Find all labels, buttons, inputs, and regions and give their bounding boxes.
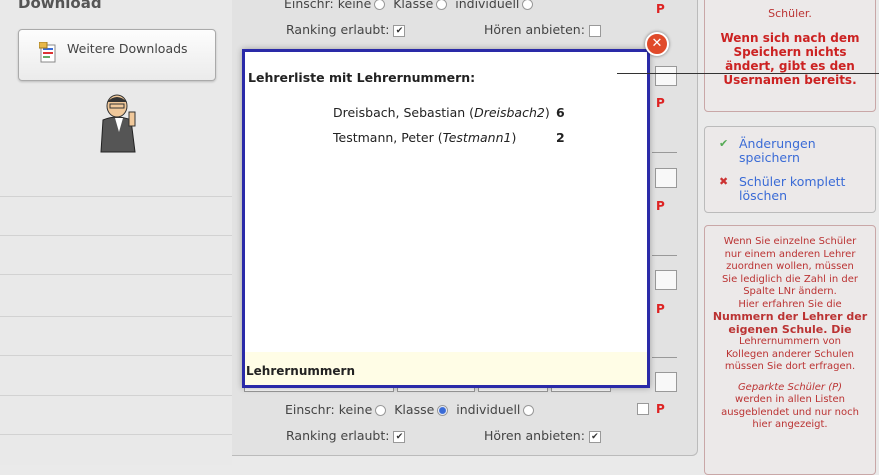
close-icon: ✕ [651,36,663,51]
teacher-entry: Dreisbach, Sebastian (Dreisbach2) [333,105,550,120]
park-mark: P [656,302,665,316]
input-field[interactable] [655,372,677,392]
modal-title: Lehrerliste mit Lehrernummern: [248,70,476,85]
park-mark: P [656,2,665,16]
more-downloads-button[interactable]: Weitere Downloads [18,29,216,81]
divider [0,355,232,356]
radio-keine[interactable] [374,0,386,10]
radio-individuell[interactable] [523,405,535,416]
divider [0,196,232,197]
warning-text: Wenn sich nach dem Speichern nichts ände… [720,30,860,87]
more-downloads-label: Weitere Downloads [67,41,188,56]
warning-box: Schüler. Wenn sich nach dem Speichern ni… [704,0,876,112]
teacher-list-modal: Lehrerliste mit Lehrernummern: Dreisbach… [242,49,650,388]
divider [652,357,677,358]
ranking-checkbox[interactable]: ✔ [393,430,406,443]
pointer-line [617,73,879,74]
hearing-row-top: Hören anbieten: [484,22,601,37]
check-icon: ✔ [719,137,729,150]
teacher-mascot-icon [100,94,136,153]
park-mark: P [656,96,665,110]
teacher-number: 6 [556,105,565,120]
input-field[interactable] [655,168,677,188]
park-mark: P [656,199,665,213]
delete-icon: ✖ [719,175,729,188]
restriction-row-top: Einschr: keine Klasse individuell [284,0,534,11]
divider [0,274,232,275]
modal-footer-label: Lehrernummern [246,364,355,378]
divider [652,255,677,256]
save-changes-button[interactable]: ✔ Änderungen speichern [719,137,875,165]
restriction-row-bottom: Einschr: keine Klasse individuell [285,402,535,417]
divider [0,434,232,435]
ranking-row-top: Ranking erlaubt: ✔ [286,22,406,37]
divider [0,235,232,236]
download-icon [39,42,56,63]
divider [652,152,677,153]
teacher-entry: Testmann, Peter (Testmann1) [333,130,517,145]
park-mark: P [656,402,665,416]
divider [0,316,232,317]
close-modal-button[interactable]: ✕ [645,32,669,56]
sidebar-title: Download [18,0,102,12]
hearing-checkbox[interactable] [588,24,601,37]
hearing-checkbox[interactable]: ✔ [588,430,601,443]
divider [0,395,232,396]
hearing-row-bottom: Hören anbieten: ✔ [484,428,601,443]
input-field[interactable] [655,66,677,86]
info-text: Wenn Sie einzelne Schüler nur einem ande… [712,236,868,430]
radio-klasse[interactable] [436,0,448,10]
info-box: Wenn Sie einzelne Schüler nur einem ande… [704,225,876,475]
modal-footer: Lehrernummern [245,352,647,385]
actions-box: ✔ Änderungen speichern ✖ Schüler komplet… [704,126,876,213]
teacher-number: 2 [556,130,565,145]
input-field[interactable] [655,270,677,290]
warning-top-note: Schüler. [768,7,812,20]
ranking-row-bottom: Ranking erlaubt: ✔ [286,428,406,443]
park-checkbox[interactable] [637,403,649,415]
ranking-checkbox[interactable]: ✔ [393,24,406,37]
radio-individuell[interactable] [522,0,534,10]
delete-student-button[interactable]: ✖ Schüler komplett löschen [719,175,875,203]
radio-klasse[interactable] [437,405,449,416]
sidebar: Download Weitere Downloads [0,0,232,465]
radio-keine[interactable] [375,405,387,416]
